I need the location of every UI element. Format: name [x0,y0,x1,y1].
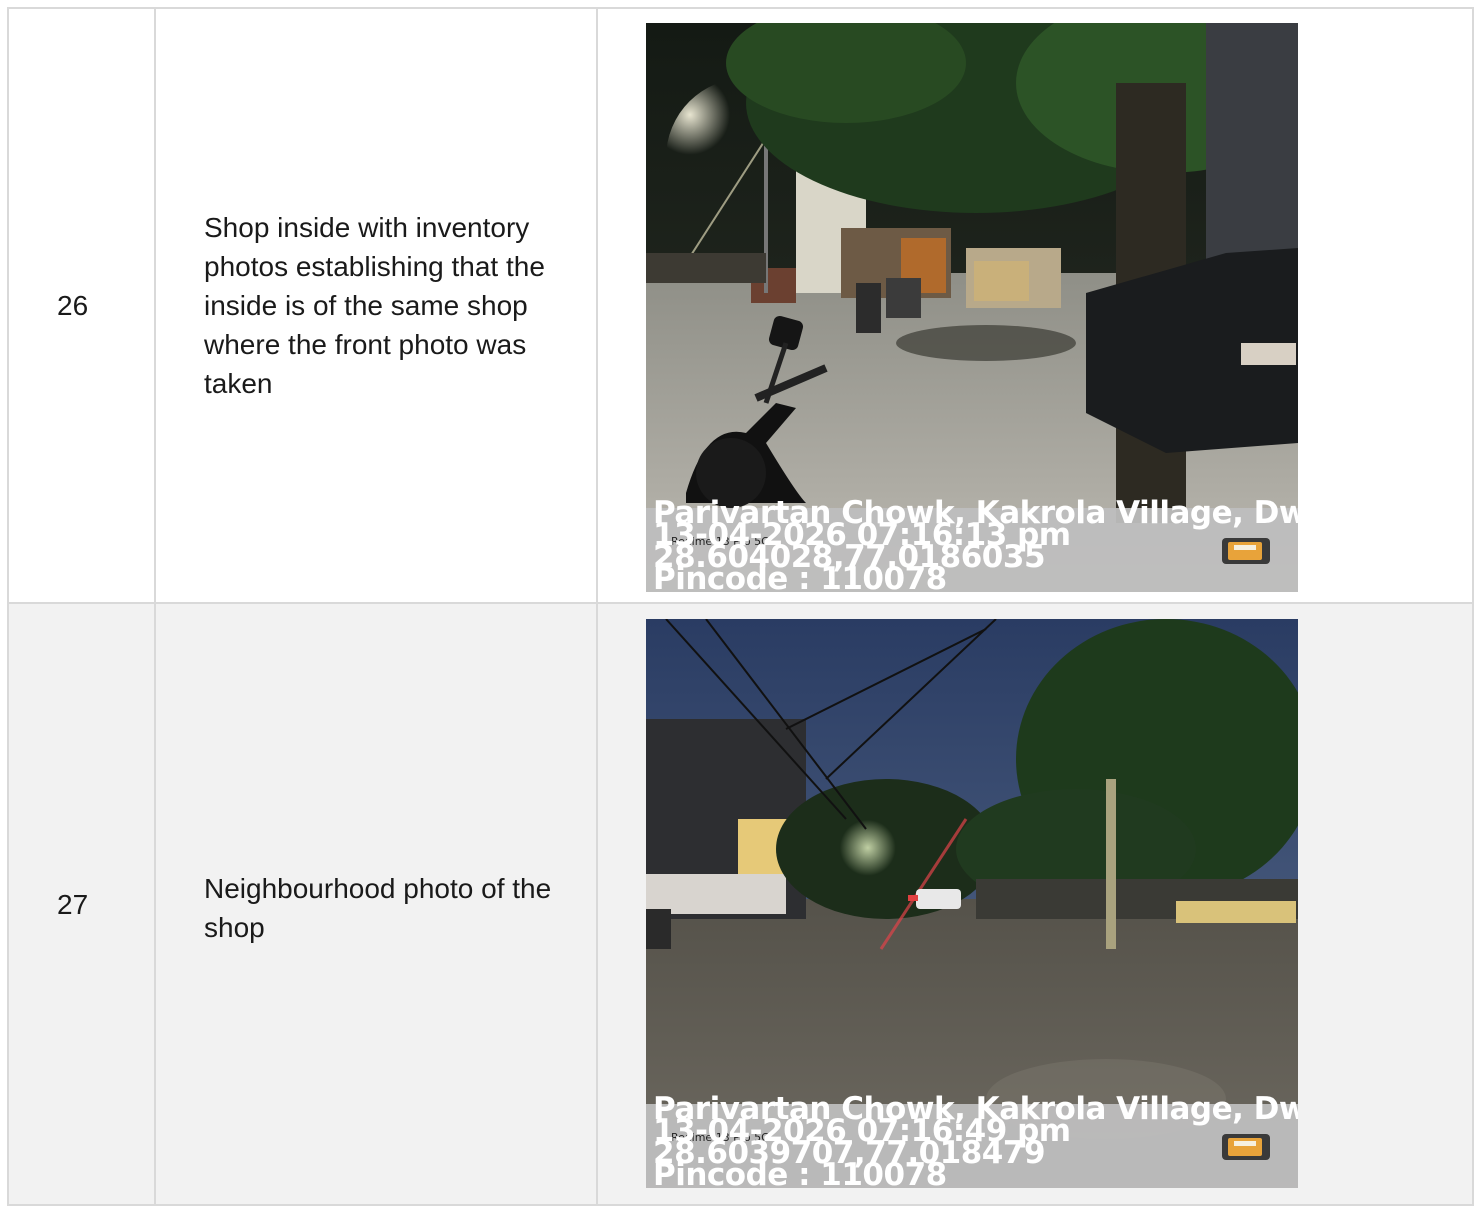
film-roll-icon [1222,537,1270,564]
table-row: 26 Shop inside with inventory photos est… [7,7,1474,604]
row-description-cell: Shop inside with inventory photos establ… [154,7,598,604]
row-description-cell: Neighbourhood photo of the shop [154,602,598,1206]
inspection-table: 26 Shop inside with inventory photos est… [7,7,1474,1206]
geotag-photo: Realme 13 Pro 5G Parivartan Chowk, Kakro… [646,22,1298,592]
geotag-stamp: Parivartan Chowk, Kakrola Village, Dwark… [653,497,1298,592]
row-number-cell: 27 [7,602,156,1206]
row-number: 27 [57,889,89,920]
film-roll-icon [1222,1134,1270,1160]
table-row: 27 Neighbourhood photo of the shop Realm… [7,602,1474,1206]
row-photo-cell: Realme 13 Pro 5G Parivartan Chowk, Kakro… [596,7,1474,604]
row-description: Neighbourhood photo of the shop [204,873,552,943]
row-photo-cell: Realme 13 Pro 5G Parivartan Chowk, Kakro… [596,602,1474,1206]
geotag-photo: Realme 13 Pro 5G Parivartan Chowk, Kakro… [646,619,1298,1188]
report-sheet: 26 Shop inside with inventory photos est… [7,7,1474,1206]
row-description: Shop inside with inventory photos establ… [204,212,545,399]
geotag-stamp: Parivartan Chowk, Kakrola Village, Dwark… [653,1094,1298,1189]
row-number: 26 [57,289,89,321]
row-number-cell: 26 [7,7,156,604]
